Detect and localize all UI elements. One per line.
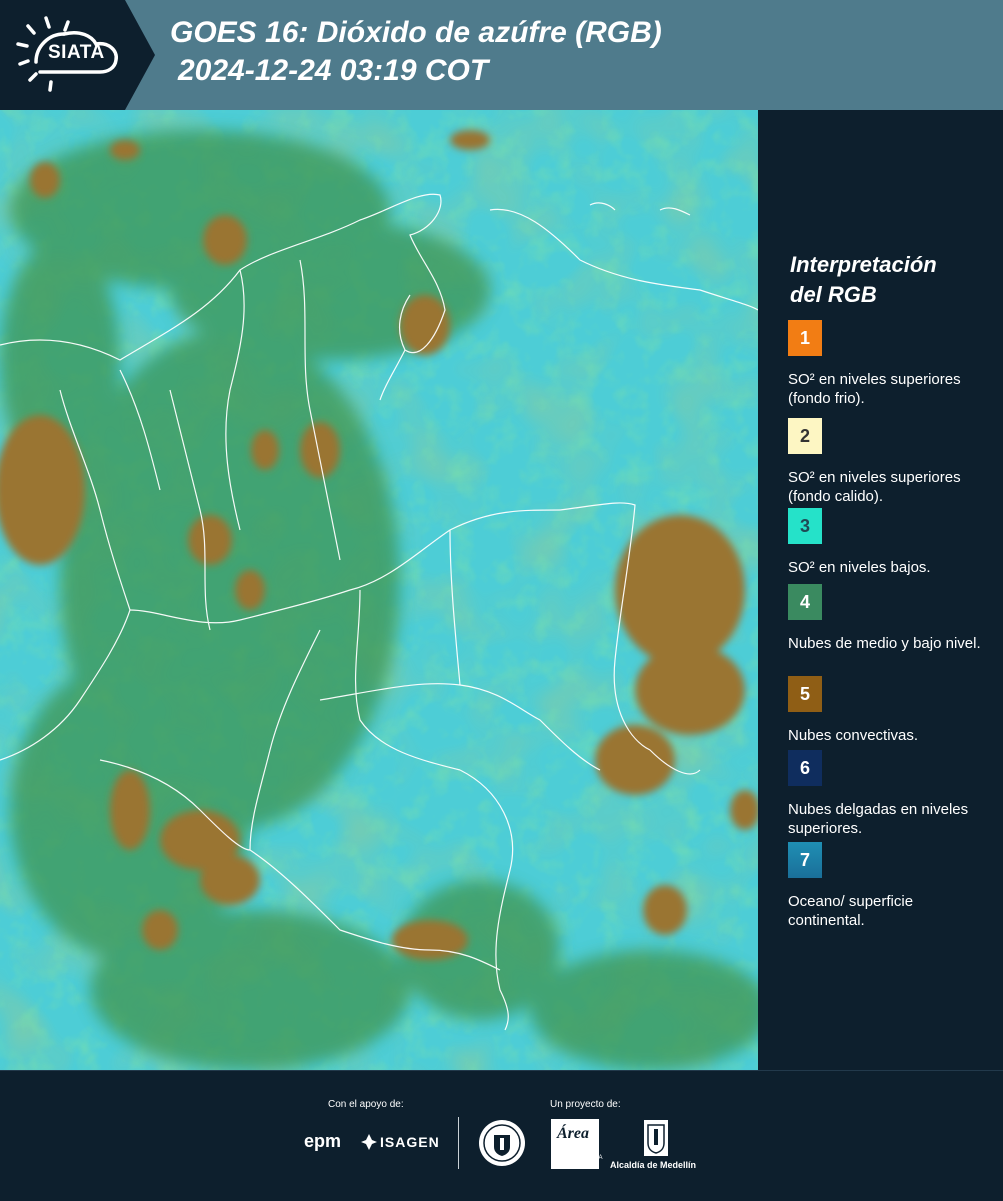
legend-text-1: SO² en niveles superiores (fondo frio). <box>788 371 961 407</box>
siata-logo: SIATA <box>0 0 155 110</box>
footer-divider <box>458 1117 459 1169</box>
legend-title: Interpretación del RGB <box>790 250 990 310</box>
legend-item-1: 1 SO² en niveles superiores (fondo frio)… <box>788 320 993 408</box>
legend-number-2: 2 <box>799 425 810 446</box>
legend-swatch-3: 3 <box>788 508 822 544</box>
legend-swatch-4: 4 <box>788 584 822 620</box>
legend-text-2: SO² en niveles superiores (fondo calido)… <box>788 469 961 505</box>
legend-number-6: 6 <box>799 757 810 778</box>
legend-number-7: 7 <box>799 849 810 870</box>
legend-number-3: 3 <box>799 515 810 536</box>
legend-item-2: 2 SO² en niveles superiores (fondo calid… <box>788 418 993 506</box>
legend-swatch-2: 2 <box>788 418 822 454</box>
header-bar: SIATA GOES 16: Dióxido de azúfre (RGB) 2… <box>0 0 1003 110</box>
legend-item-6: 6 Nubes delgadas en niveles superiores. <box>788 750 993 838</box>
legend-number-1: 1 <box>799 327 810 348</box>
legend-swatch-7: 7 <box>788 842 822 878</box>
legend-text-5: Nubes convectivas. <box>788 727 919 744</box>
page-title: GOES 16: Dióxido de azúfre (RGB) <box>170 16 662 49</box>
alcaldia-shield-icon <box>644 1120 668 1156</box>
alcaldia-label: Alcaldía de Medellín <box>610 1160 697 1170</box>
legend-number-4: 4 <box>799 591 810 612</box>
legend-number-5: 5 <box>799 683 810 704</box>
satellite-map <box>0 110 758 1070</box>
area-caption: METROPOLITANA Valle de Aburrá <box>551 1155 603 1167</box>
area-logo-wordmark: Área <box>557 1125 589 1142</box>
legend-text-4: Nubes de medio y bajo nivel. <box>788 635 981 652</box>
legend-item-4: 4 Nubes de medio y bajo nivel. <box>788 584 993 653</box>
legend-swatch-6: 6 <box>788 750 822 786</box>
legend-swatch-1: 1 <box>788 320 822 356</box>
page-timestamp: 2024-12-24 03:19 COT <box>178 54 489 87</box>
legend-panel: Interpretación del RGB 1 SO² en niveles … <box>758 110 1003 1070</box>
footer: Con el apoyo de: Un proyecto de: epm ISA… <box>0 1070 1003 1201</box>
isagen-logo: ISAGEN <box>380 1134 440 1150</box>
legend-item-7: 7 Oceano/ superficie continental. <box>788 842 993 930</box>
legend-text-7: Oceano/ superficie continental. <box>788 893 914 929</box>
legend-text-6: Nubes delgadas en niveles superiores. <box>788 801 969 837</box>
isagen-icon <box>361 1134 377 1150</box>
siata-logo-text: SIATA <box>48 42 105 63</box>
legend-text-3: SO² en niveles bajos. <box>788 559 931 576</box>
legend-item-3: 3 SO² en niveles bajos. <box>788 508 993 577</box>
legend-title-line2: del RGB <box>790 282 877 307</box>
satellite-image <box>0 110 758 1070</box>
epm-logo: epm <box>304 1131 342 1151</box>
legend-title-line1: Interpretación <box>790 252 937 277</box>
medellin-seal-icon <box>479 1120 525 1166</box>
support-label: Con el apoyo de: <box>328 1099 404 1110</box>
legend-swatch-5: 5 <box>788 676 822 712</box>
legend-item-5: 5 Nubes convectivas. <box>788 676 993 745</box>
project-label: Un proyecto de: <box>550 1099 621 1110</box>
